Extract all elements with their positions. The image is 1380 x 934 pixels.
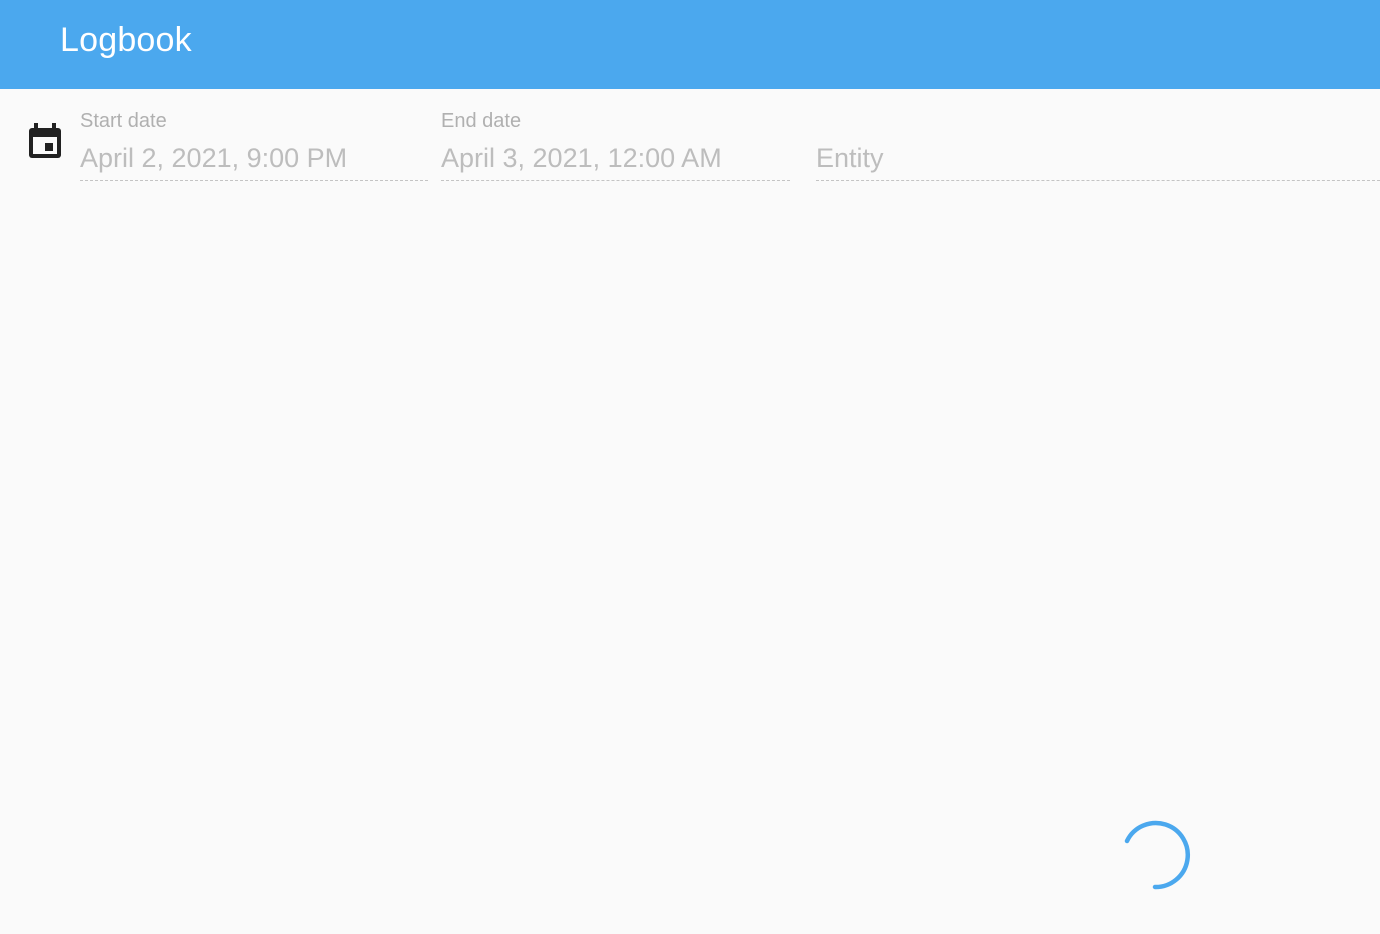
entity-input[interactable]: Entity: [816, 141, 884, 175]
end-date-label: End date: [441, 110, 522, 132]
start-date-field[interactable]: Start date April 2, 2021, 9:00 PM: [80, 104, 428, 184]
loading-spinner-icon: [1118, 818, 1192, 892]
start-date-input[interactable]: April 2, 2021, 9:00 PM: [80, 141, 347, 175]
entity-underline: [816, 180, 1380, 181]
end-date-input[interactable]: April 3, 2021, 12:00 AM: [441, 141, 722, 175]
entity-picker[interactable]: Entity: [816, 104, 1380, 184]
page-title: Logbook: [60, 21, 192, 59]
end-date-field[interactable]: End date April 3, 2021, 12:00 AM: [441, 104, 790, 184]
start-date-underline: [80, 180, 428, 181]
app-header: Logbook: [0, 0, 1380, 89]
calendar-icon[interactable]: [28, 123, 62, 159]
start-date-label: Start date: [80, 110, 167, 132]
end-date-underline: [441, 180, 790, 181]
